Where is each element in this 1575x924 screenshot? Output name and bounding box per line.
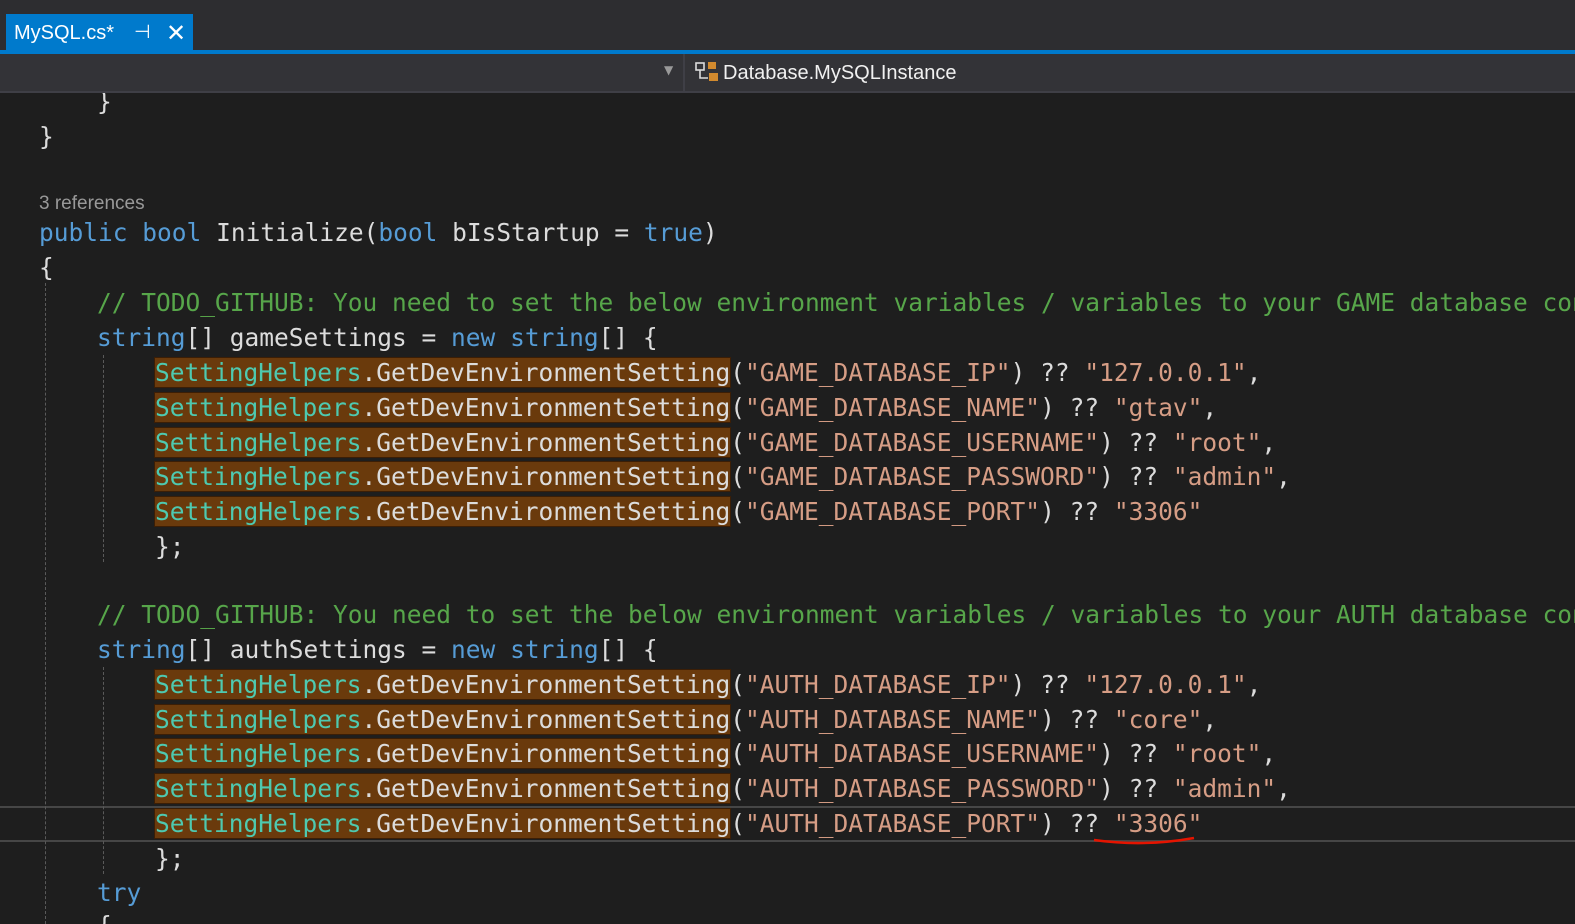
close-icon[interactable]: ✕ — [166, 19, 186, 48]
code-lens-references[interactable]: 3 references — [39, 192, 145, 216]
code-editor[interactable]: } } 3 references public bool Initialize(… — [0, 93, 1575, 924]
indent-guide — [103, 355, 104, 562]
indent-guide — [103, 667, 104, 874]
error-token: "3306" — [1113, 809, 1203, 838]
code-line: }; — [155, 532, 185, 561]
chevron-down-icon[interactable]: ▼ — [664, 63, 673, 77]
code-line: }; — [155, 844, 185, 873]
code-line-method-signature: public bool Initialize(bool bIsStartup =… — [39, 218, 718, 247]
pin-icon[interactable]: ⊣ — [134, 21, 151, 44]
navigation-bar: ▼ Database.MySQLInstance — [0, 54, 1575, 93]
code-line-setting: SettingHelpers.GetDevEnvironmentSetting(… — [153, 773, 1291, 804]
tab-title: MySQL.cs* — [14, 22, 115, 44]
document-tab-strip: MySQL.cs* ⊣ ✕ — [0, 0, 1575, 54]
member-dropdown-label: Database.MySQLInstance — [723, 62, 957, 84]
code-line-setting: SettingHelpers.GetDevEnvironmentSetting(… — [153, 392, 1218, 423]
code-line: } — [39, 122, 54, 151]
code-comment-auth: // TODO_GITHUB: You need to set the belo… — [97, 600, 1575, 629]
code-line-setting: SettingHelpers.GetDevEnvironmentSetting(… — [153, 669, 1262, 700]
code-line-setting: SettingHelpers.GetDevEnvironmentSetting(… — [153, 427, 1277, 458]
code-line: { — [39, 253, 54, 282]
member-dropdown[interactable]: Database.MySQLInstance — [688, 54, 1575, 91]
class-member-icon — [695, 62, 718, 81]
error-squiggle[interactable] — [1092, 835, 1196, 845]
code-line-try: try — [97, 878, 142, 907]
code-line: { — [97, 908, 112, 924]
code-line: } — [97, 93, 112, 116]
indent-guide — [45, 283, 46, 924]
code-line-game-settings: string[] gameSettings = new string[] { — [97, 323, 658, 352]
code-line-setting: SettingHelpers.GetDevEnvironmentSetting(… — [153, 704, 1218, 735]
code-line-auth-settings: string[] authSettings = new string[] { — [97, 635, 658, 664]
code-line-setting: SettingHelpers.GetDevEnvironmentSetting(… — [153, 496, 1203, 527]
tab-mysql-cs[interactable]: MySQL.cs* ⊣ ✕ — [6, 14, 193, 50]
type-dropdown[interactable]: ▼ — [0, 54, 685, 91]
code-line-setting: SettingHelpers.GetDevEnvironmentSetting(… — [153, 738, 1277, 769]
code-line-setting: SettingHelpers.GetDevEnvironmentSetting(… — [153, 357, 1262, 388]
code-comment-game: // TODO_GITHUB: You need to set the belo… — [97, 288, 1575, 317]
code-line-setting-current: SettingHelpers.GetDevEnvironmentSetting(… — [153, 808, 1203, 839]
code-line-setting: SettingHelpers.GetDevEnvironmentSetting(… — [153, 461, 1291, 492]
